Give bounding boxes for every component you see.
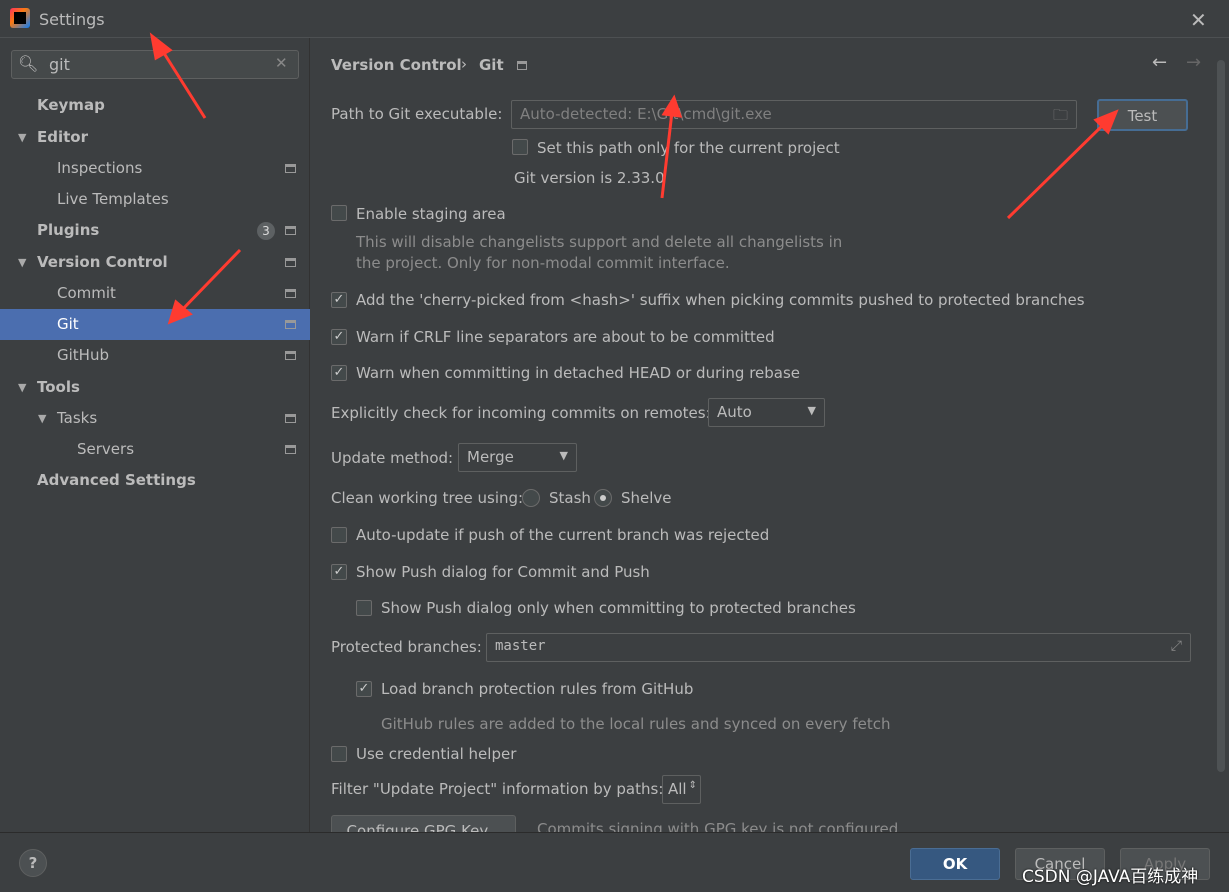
annotation-arrow <box>1006 122 1106 220</box>
annotation-arrowhead <box>149 32 173 61</box>
annotation-arrow <box>160 49 207 119</box>
annotation-arrow <box>660 111 674 199</box>
annotation-arrow <box>178 248 242 314</box>
annotation-arrows <box>149 32 1119 325</box>
annotation-arrowhead <box>661 94 683 118</box>
